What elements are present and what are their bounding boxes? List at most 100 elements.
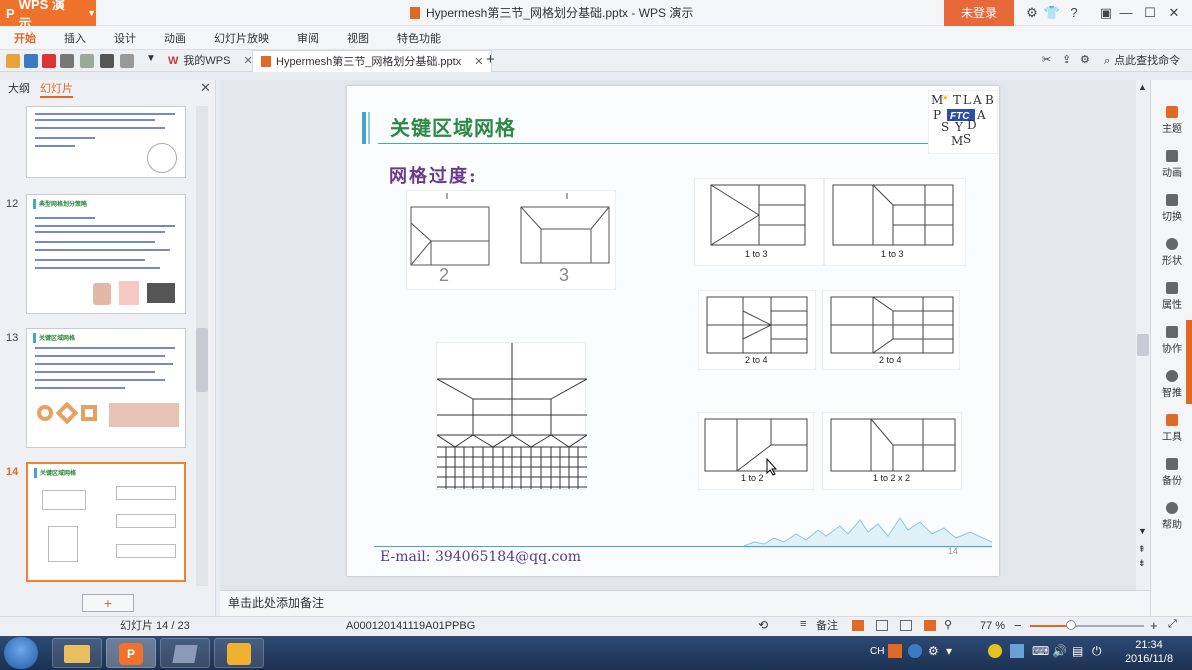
tool-backup[interactable]: 备份 — [1151, 458, 1192, 487]
share-icon[interactable]: ⇪ — [1062, 53, 1071, 66]
diagram-2to4-a[interactable]: 2 to 4 — [698, 290, 816, 370]
diagram-2to4-b[interactable]: 2 to 4 — [822, 290, 960, 370]
scroll-up-icon[interactable]: ▲ — [1138, 82, 1147, 92]
history-icon[interactable]: ⟲ — [758, 618, 768, 632]
slide-thumbnail-14[interactable]: 关键区域网格 — [26, 462, 186, 582]
menu-animation[interactable]: 动画 — [150, 30, 200, 46]
fit-window-icon[interactable]: ⤢ — [1168, 618, 1177, 631]
find-command[interactable]: ⌕ 点此查找命令 — [1104, 50, 1180, 72]
panel-tabs: 大纲 幻灯片 — [8, 80, 73, 98]
panel-close-icon[interactable]: ✕ — [200, 80, 211, 96]
taskbar-wps[interactable]: P — [106, 638, 156, 668]
tab-document[interactable]: Hypermesh第三节_网格划分基础.pptx ✕ — [252, 50, 493, 73]
canvas-scroll-thumb[interactable] — [1137, 334, 1149, 356]
power-icon[interactable]: ⏻ — [1092, 644, 1102, 659]
tool-theme[interactable]: 主题 — [1151, 106, 1192, 135]
menu-design[interactable]: 设计 — [100, 30, 150, 46]
tool-animation[interactable]: 动画 — [1151, 150, 1192, 179]
slideshow-icon[interactable] — [924, 620, 936, 631]
minimize-icon[interactable]: — — [1114, 0, 1138, 26]
mesh-transition-sketch[interactable]: 2 3 — [406, 190, 616, 290]
zoom-level[interactable]: 77 % — [980, 616, 1005, 636]
caption-1to2x2: 1 to 2 x 2 — [873, 473, 911, 483]
redo-icon[interactable] — [120, 54, 134, 68]
maximize-icon[interactable]: ☐ — [1138, 0, 1162, 26]
keyboard-tray-icon[interactable]: ⌨ — [1032, 644, 1049, 658]
open-folder-icon[interactable] — [6, 54, 20, 68]
panel-scroll-thumb[interactable] — [196, 328, 208, 392]
taskbar-explorer[interactable] — [52, 638, 102, 668]
tool-tools[interactable]: 工具 — [1151, 414, 1192, 443]
network-icon[interactable]: ▤ — [1072, 644, 1083, 658]
pdf-icon[interactable] — [42, 54, 56, 68]
location-icon[interactable]: ⚲ — [944, 618, 952, 631]
menu-review[interactable]: 审阅 — [283, 30, 333, 46]
zoom-in-icon[interactable]: + — [1150, 616, 1158, 636]
tab-my-wps[interactable]: W 我的WPS ✕ — [160, 50, 261, 72]
sorter-view-icon[interactable] — [876, 620, 888, 631]
mesh-transition-grid[interactable] — [436, 342, 588, 490]
taskbar-hypermesh[interactable] — [160, 638, 210, 668]
preview-icon[interactable] — [80, 54, 94, 68]
tool-transition[interactable]: 切换 — [1151, 194, 1192, 223]
slide-thumbnail-13[interactable]: 关键区域网格 — [26, 328, 186, 448]
notes-area[interactable]: 单击此处添加备注 — [220, 590, 1150, 616]
start-button[interactable] — [4, 637, 38, 669]
close-icon[interactable]: ✕ — [1162, 0, 1186, 26]
taskbar-store[interactable] — [214, 638, 264, 668]
clean-icon[interactable]: ✂ — [1042, 53, 1051, 66]
help-tray-icon[interactable] — [908, 644, 922, 658]
settings-tray-icon[interactable]: ⚙ — [928, 644, 939, 658]
settings-icon[interactable]: ⚙ — [1080, 53, 1090, 66]
security-tray-icon[interactable] — [988, 644, 1002, 658]
menu-view[interactable]: 视图 — [333, 30, 383, 46]
volume-icon[interactable]: 🔊 — [1052, 644, 1067, 658]
notes-toggle-icon[interactable]: ≡ — [800, 618, 806, 630]
tool-properties[interactable]: 属性 — [1151, 282, 1192, 311]
tool-shape[interactable]: 形状 — [1151, 238, 1192, 267]
reading-view-icon[interactable] — [900, 620, 912, 631]
shirt-icon[interactable]: 👕 — [1040, 0, 1064, 26]
tab-close-icon[interactable]: ✕ — [474, 51, 483, 73]
wps-app-button[interactable]: P WPS 演示 ▼ — [0, 0, 96, 31]
print-icon[interactable] — [60, 54, 74, 68]
normal-view-icon[interactable] — [852, 620, 864, 631]
menu-insert[interactable]: 插入 — [50, 30, 100, 46]
diagram-1to2x2[interactable]: 1 to 2 x 2 — [822, 412, 962, 490]
menu-home[interactable]: 开始 — [0, 30, 50, 46]
zoom-slider-handle[interactable] — [1066, 620, 1076, 630]
tool-help[interactable]: 帮助 — [1151, 502, 1192, 531]
collapse-tab[interactable] — [1186, 320, 1192, 404]
slide-thumbnail-11[interactable] — [26, 106, 186, 178]
diagram-1to3-b[interactable]: 1 to 3 — [824, 178, 966, 266]
slide-email[interactable]: E-mail: 394065184@qq.com — [380, 549, 581, 565]
theme-icon — [1166, 106, 1178, 118]
save-icon[interactable] — [24, 54, 38, 68]
ime-indicator[interactable]: CH — [870, 646, 884, 657]
zoom-out-icon[interactable]: − — [1014, 616, 1022, 636]
chevron-down-icon[interactable]: ▼ — [146, 53, 156, 64]
properties-icon — [1166, 282, 1178, 294]
login-button[interactable]: 未登录 — [944, 0, 1014, 26]
slide-title[interactable]: 关键区域网格 — [390, 112, 516, 141]
add-slide-button[interactable]: + — [82, 594, 134, 612]
prev-slide-icon[interactable]: ⇞ — [1138, 544, 1146, 555]
undo-icon[interactable] — [100, 54, 114, 68]
tab-slides[interactable]: 幻灯片 — [40, 80, 73, 98]
next-slide-icon[interactable]: ⇟ — [1138, 558, 1146, 569]
diagram-1to3-a[interactable]: 1 to 3 — [694, 178, 824, 266]
menu-slideshow[interactable]: 幻灯片放映 — [200, 30, 283, 46]
sogou-icon[interactable] — [888, 644, 902, 658]
tab-outline[interactable]: 大纲 — [8, 80, 30, 98]
taskbar-clock[interactable]: 21:34 2016/11/8 — [1110, 638, 1188, 666]
menu-special[interactable]: 特色功能 — [383, 30, 455, 46]
slide-subtitle[interactable]: 网格过度: — [389, 162, 478, 188]
slide-thumbnail-12[interactable]: 典型网格划分策略 — [26, 194, 186, 314]
network-share-icon[interactable] — [1010, 644, 1024, 658]
notes-toggle[interactable]: 备注 — [816, 616, 838, 636]
diagram-1to2[interactable]: 1 to 2 — [698, 412, 814, 490]
help-icon[interactable]: ? — [1062, 0, 1086, 26]
new-tab-plus-icon[interactable]: + — [486, 51, 495, 68]
scroll-down-icon[interactable]: ▼ — [1138, 526, 1147, 536]
tray-expand-icon[interactable]: ▾ — [946, 644, 952, 658]
